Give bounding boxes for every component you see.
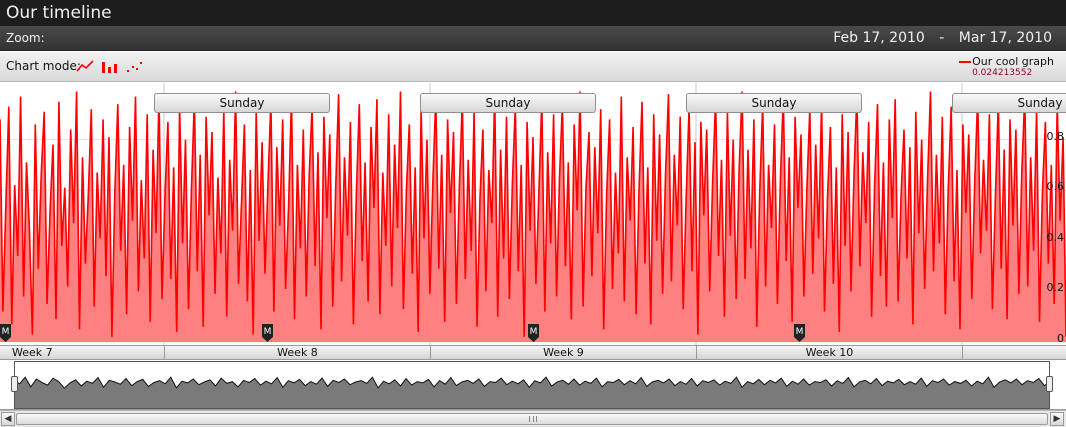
day-label-sunday: Sunday bbox=[686, 93, 862, 113]
y-tick-label: 0.2 bbox=[1046, 281, 1065, 295]
overview-selection-frame[interactable] bbox=[14, 361, 1050, 409]
range-end-date[interactable]: Mar 17, 2010 bbox=[959, 30, 1052, 46]
svg-text:M: M bbox=[796, 327, 804, 337]
scroll-left-button[interactable]: ◀ bbox=[1, 412, 15, 426]
day-label-sunday: Sunday bbox=[420, 93, 596, 113]
svg-text:M: M bbox=[264, 327, 272, 337]
week-label: Week 9 bbox=[430, 346, 696, 360]
scatter-chart-icon bbox=[127, 62, 143, 72]
week-label-partial bbox=[962, 346, 1066, 360]
line-chart-icon bbox=[76, 60, 94, 72]
marker-icon: M bbox=[0, 324, 11, 342]
arrow-left-icon: ◀ bbox=[4, 414, 12, 424]
overview-left-handle[interactable] bbox=[11, 376, 18, 392]
overview-navigator[interactable] bbox=[0, 360, 1066, 410]
y-tick-label: 0.4 bbox=[1046, 230, 1065, 244]
window-title: Our timeline bbox=[0, 0, 1066, 26]
range-start-date[interactable]: Feb 17, 2010 bbox=[833, 30, 925, 46]
zoom-label: Zoom: bbox=[6, 31, 45, 45]
arrow-right-icon: ▶ bbox=[1053, 414, 1061, 424]
overview-right-handle[interactable] bbox=[1046, 376, 1053, 392]
grip-icon bbox=[529, 416, 537, 422]
svg-text:M: M bbox=[2, 327, 10, 337]
date-range: Feb 17, 2010 - Mar 17, 2010 bbox=[833, 30, 1052, 46]
y-tick-label: 0 bbox=[1057, 332, 1064, 345]
area-chart bbox=[0, 83, 1066, 345]
week-axis: Week 7 Week 8 Week 9 Week 10 bbox=[0, 345, 1066, 360]
scroll-right-button[interactable]: ▶ bbox=[1050, 412, 1064, 426]
y-axis-ticks: 0 0.2 0.4 0.6 0.8 bbox=[1046, 83, 1065, 345]
milestone-marker[interactable]: M bbox=[0, 324, 11, 342]
chart-legend: Our cool graph 0.024213552 bbox=[959, 55, 1054, 78]
range-separator: - bbox=[939, 30, 945, 46]
chart-mode-bar: Chart mode: Our cool graph 0.024213552 bbox=[0, 52, 1066, 82]
legend-swatch bbox=[959, 61, 972, 63]
legend-current-value: 0.024213552 bbox=[972, 68, 1033, 78]
timeline-app: Our timeline Zoom: Feb 17, 2010 - Mar 17… bbox=[0, 0, 1066, 427]
week-label: Week 7 bbox=[12, 346, 53, 359]
marker-icon: M bbox=[262, 324, 273, 342]
chart-mode-label: Chart mode: bbox=[6, 59, 81, 73]
scatter-mode-button[interactable] bbox=[126, 58, 144, 74]
svg-text:M: M bbox=[530, 327, 538, 337]
marker-icon: M bbox=[528, 324, 539, 342]
milestone-marker[interactable]: M bbox=[794, 324, 805, 342]
zoom-bar: Zoom: Feb 17, 2010 - Mar 17, 2010 bbox=[0, 26, 1066, 51]
legend-series-name: Our cool graph bbox=[972, 55, 1054, 68]
milestone-marker[interactable]: M bbox=[528, 324, 539, 342]
y-tick-label: 0.6 bbox=[1046, 180, 1065, 194]
bar-chart-icon bbox=[102, 62, 118, 73]
week-label: Week 10 bbox=[696, 346, 962, 360]
marker-icon: M bbox=[794, 324, 805, 342]
day-label-sunday: Sunday bbox=[154, 93, 330, 113]
scrollbar-thumb[interactable] bbox=[16, 413, 1048, 425]
horizontal-scrollbar[interactable]: ◀ ▶ bbox=[0, 410, 1066, 427]
chart-mode-buttons bbox=[76, 58, 146, 74]
milestone-marker[interactable]: M bbox=[262, 324, 273, 342]
week-label: Week 8 bbox=[164, 346, 430, 360]
day-label-sunday: Sunday bbox=[952, 93, 1066, 113]
line-mode-button[interactable] bbox=[76, 58, 94, 74]
bar-mode-button[interactable] bbox=[101, 58, 119, 74]
timeline-chart[interactable]: Sunday Sunday Sunday Sunday 0 0.2 0.4 0.6 0.… bbox=[0, 83, 1066, 345]
y-tick-label: 0.8 bbox=[1046, 129, 1065, 143]
legend-entry: Our cool graph bbox=[959, 55, 1054, 68]
